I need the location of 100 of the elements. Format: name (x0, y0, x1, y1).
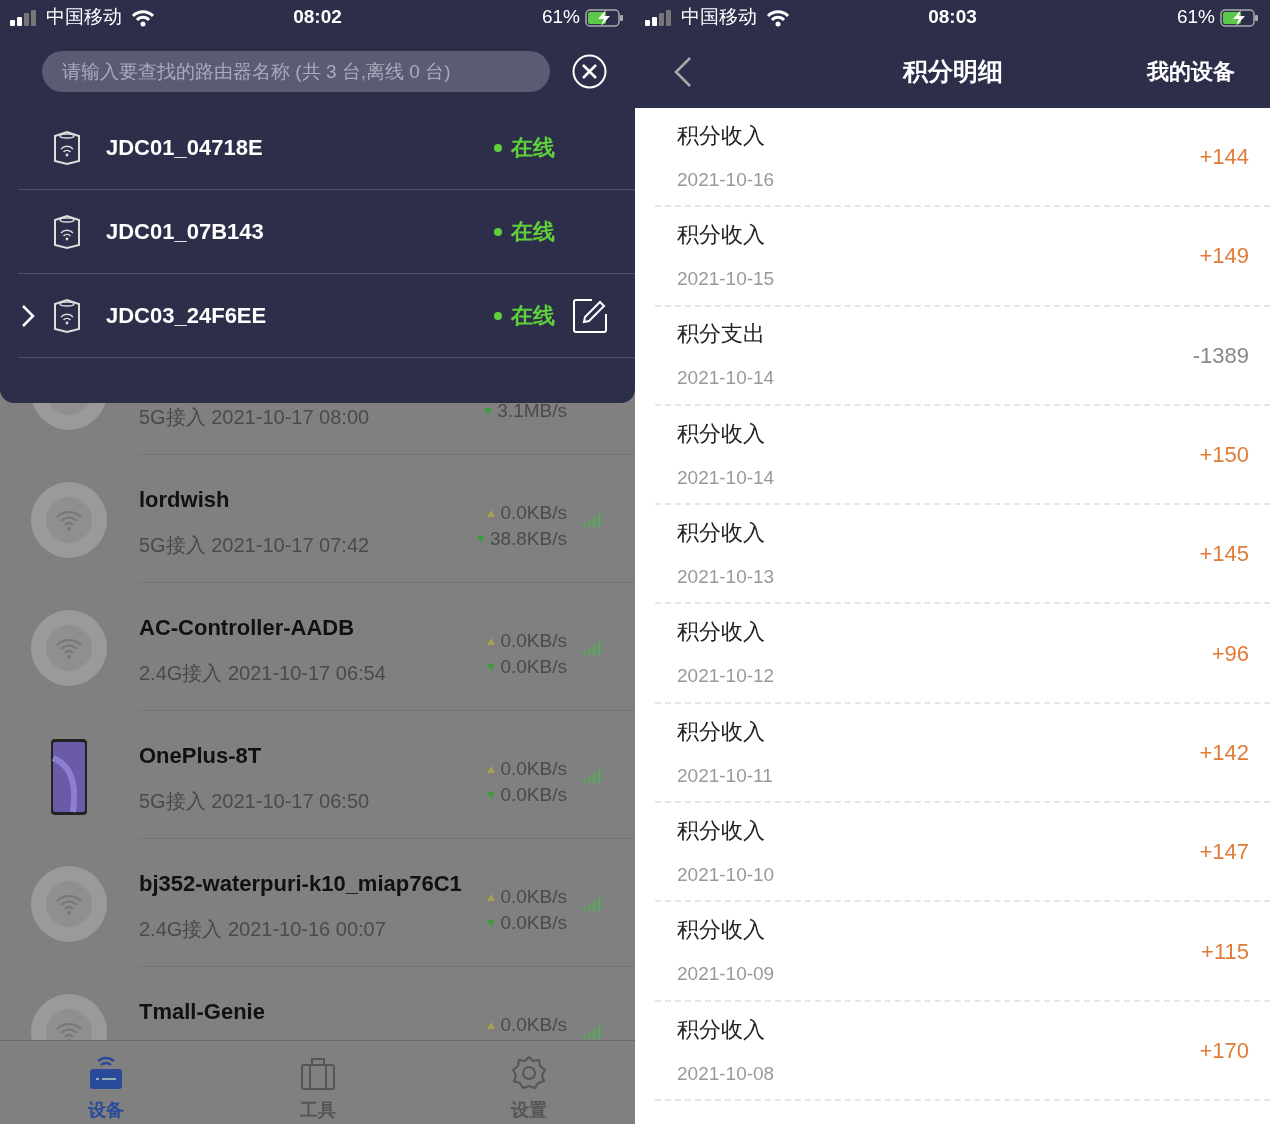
points-amount: +150 (1199, 441, 1249, 470)
record-date: 2021-10-10 (677, 862, 775, 887)
download-arrow-icon (487, 663, 496, 671)
wifi-device-icon (30, 609, 108, 687)
points-amount: +96 (1211, 639, 1249, 668)
battery-charging-icon (585, 7, 625, 28)
router-icon (87, 1055, 124, 1091)
back-icon (673, 55, 693, 88)
record-title: 积分收入 (677, 1015, 766, 1044)
record-row[interactable]: 积分收入 2021-10-13 +145 (655, 505, 1270, 605)
device-name: AC-Controller-AADB (139, 614, 355, 642)
signal-icon (645, 9, 673, 26)
record-date: 2021-10-16 (677, 167, 775, 192)
record-title: 积分支出 (677, 320, 766, 349)
record-date: 2021-10-14 (677, 465, 775, 490)
edit-button[interactable] (572, 298, 608, 334)
my-devices-link[interactable]: 我的设备 (1147, 55, 1235, 88)
points-amount: +149 (1199, 242, 1249, 271)
record-date: 2021-10-12 (677, 664, 775, 689)
points-amount: +115 (1201, 937, 1249, 966)
upload-arrow-icon (487, 765, 496, 773)
status-label: 在线 (511, 302, 555, 330)
router-icon (53, 297, 81, 334)
status-label: 在线 (511, 218, 555, 246)
points-amount: -1389 (1192, 341, 1249, 370)
record-date: 2021-10-09 (677, 962, 775, 987)
download-arrow-icon (487, 919, 496, 927)
record-row[interactable]: 积分收入 2021-10-08 +170 (655, 1001, 1270, 1101)
battery-charging-icon (1220, 7, 1260, 28)
device-name: Tmall-Genie (139, 998, 265, 1026)
status-dot-icon (494, 143, 502, 152)
points-amount: +147 (1199, 838, 1249, 867)
upload-arrow-icon (487, 637, 496, 645)
carrier-name: 中国移动 (46, 5, 122, 30)
router-icon (53, 129, 81, 166)
record-row[interactable]: 积分支出 2021-10-14 -1389 (655, 306, 1270, 406)
upload-arrow-icon (487, 509, 496, 517)
record-title: 积分收入 (677, 618, 766, 647)
settings-icon (511, 1055, 548, 1091)
search-field[interactable]: 请输入要查找的路由器名称 (共 3 台,离线 0 台) (42, 51, 550, 92)
carrier-name: 中国移动 (681, 5, 757, 30)
download-arrow-icon (487, 791, 496, 799)
signal-strength-icon (583, 897, 601, 911)
toolbox-icon (299, 1055, 336, 1091)
upload-arrow-icon (487, 1021, 496, 1029)
record-row[interactable]: 积分收入 2021-10-14 +150 (655, 405, 1270, 506)
router-name: JDC03_24F6EE (106, 302, 267, 330)
download-arrow-icon (476, 535, 485, 543)
status-dot-icon (494, 311, 502, 320)
signal-strength-icon (583, 769, 601, 783)
back-button[interactable] (673, 55, 693, 88)
router-icon (53, 213, 81, 250)
page-title: 积分明细 (902, 55, 1003, 87)
record-row[interactable]: 积分收入 2021-10-11 +142 (655, 703, 1270, 804)
battery-percent: 61% (1176, 5, 1215, 30)
device-name: bj352-waterpuri-k10_miap76C1 (139, 870, 462, 898)
record-row[interactable]: 积分收入 2021-10-10 +147 (655, 803, 1270, 903)
close-icon (572, 54, 607, 89)
signal-strength-icon (583, 641, 601, 655)
wifi-device-icon (30, 481, 108, 559)
record-date: 2021-10-15 (677, 267, 775, 292)
signal-strength-icon (583, 513, 601, 527)
points-amount: +145 (1199, 540, 1249, 569)
record-title: 积分收入 (677, 519, 766, 548)
record-date: 2021-10-13 (677, 565, 775, 590)
record-title: 积分收入 (677, 717, 766, 746)
record-date: 2021-10-14 (677, 366, 775, 391)
record-title: 积分收入 (677, 121, 766, 150)
record-row[interactable]: 积分收入 2021-10-15 +149 (655, 207, 1270, 307)
battery-percent: 61% (541, 5, 580, 30)
record-title: 积分收入 (677, 221, 766, 250)
upload-arrow-icon (487, 893, 496, 901)
signal-icon (10, 9, 38, 26)
record-title: 积分收入 (677, 419, 766, 448)
clock-time: 08:02 (293, 5, 342, 30)
wifi-icon (766, 8, 790, 27)
status-label: 在线 (511, 134, 555, 162)
record-row[interactable]: 积分收入 2021-10-16 +144 (655, 108, 1270, 208)
download-arrow-icon (484, 407, 493, 415)
router-name: JDC01_04718E (106, 134, 263, 162)
record-date: 2021-10-11 (677, 763, 773, 788)
router-item[interactable]: JDC01_04718E 在线 (18, 106, 635, 190)
close-button[interactable] (572, 54, 607, 89)
router-name: JDC01_07B143 (106, 218, 264, 246)
record-title: 积分收入 (677, 816, 766, 845)
signal-strength-icon (583, 1025, 601, 1039)
phone-icon (49, 738, 89, 816)
record-row[interactable]: 积分收入 2021-10-09 +115 (655, 902, 1270, 1002)
record-row[interactable]: 积分收入 2021-10-12 +96 (655, 604, 1270, 704)
points-amount: +144 (1199, 143, 1249, 172)
record-date: 2021-10-08 (677, 1061, 775, 1086)
points-amount: +170 (1199, 1036, 1249, 1065)
status-dot-icon (494, 227, 502, 236)
wifi-icon (131, 8, 155, 27)
edit-icon (572, 298, 608, 334)
wifi-device-icon (30, 865, 108, 943)
device-name: OnePlus-8T (139, 742, 262, 770)
clock-time: 08:03 (928, 5, 977, 30)
record-title: 积分收入 (677, 916, 766, 945)
points-amount: +142 (1199, 738, 1249, 767)
